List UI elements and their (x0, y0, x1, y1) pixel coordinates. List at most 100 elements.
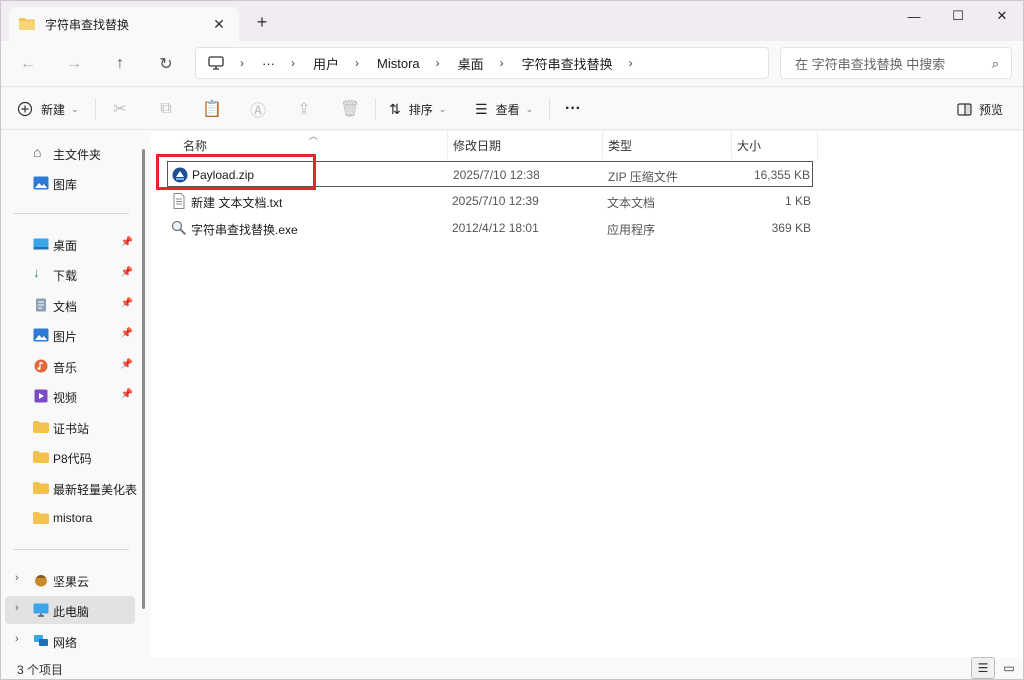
view-button[interactable]: ☰ 查看 ⌄ (475, 96, 533, 122)
breadcrumb-item[interactable]: 字符串查找替换 (522, 54, 613, 73)
sidebar-item-pictures[interactable]: 图片 📌 (5, 321, 135, 349)
new-button-label: 新建 (41, 102, 66, 117)
tab-title: 字符串查找替换 (45, 17, 130, 32)
pin-icon[interactable]: 📌 (121, 237, 133, 248)
sidebar-item-folder[interactable]: mistora (5, 504, 135, 532)
paste-icon[interactable]: 📋 (199, 96, 225, 122)
pin-icon[interactable]: 📌 (121, 298, 133, 309)
chevron-right-icon[interactable]: › (291, 56, 295, 70)
close-window-button[interactable]: ✕ (979, 1, 1023, 31)
sidebar-item-gallery[interactable]: 图库 (5, 169, 135, 197)
up-button[interactable]: ↑ (107, 51, 133, 77)
sidebar-item-label: 图库 (53, 178, 78, 192)
sidebar-item-nutstore[interactable]: › 坚果云 (5, 566, 135, 594)
tab-close-icon[interactable]: ✕ (209, 16, 229, 33)
maximize-button[interactable]: ☐ (935, 1, 981, 31)
new-button[interactable]: 新建 ⌄ (17, 96, 79, 122)
chevron-right-icon[interactable]: › (436, 56, 440, 70)
gallery-icon (33, 176, 49, 190)
new-tab-button[interactable]: + (251, 11, 273, 33)
forward-button[interactable]: → (61, 51, 87, 77)
column-header-type[interactable]: 类型 (608, 131, 632, 159)
monitor-icon[interactable] (208, 56, 224, 70)
sidebar-divider (13, 549, 129, 550)
column-header-size[interactable]: 大小 (737, 131, 761, 159)
column-divider[interactable] (731, 131, 732, 159)
sidebar-item-label: 主文件夹 (53, 148, 102, 162)
folder-icon (19, 18, 35, 30)
sidebar-item-this-pc[interactable]: › 此电脑 (5, 596, 135, 624)
file-row[interactable]: 字符串查找替换.exe 2012/4/12 18:01 应用程序 369 KB (167, 215, 813, 241)
view-icon: ☰ (475, 100, 488, 117)
download-icon: ↓ (33, 265, 40, 280)
share-icon[interactable]: ⇪ (291, 96, 317, 122)
preview-button[interactable]: 预览 (957, 96, 1003, 122)
chevron-right-icon[interactable]: › (629, 56, 633, 70)
pin-icon[interactable]: 📌 (121, 267, 133, 278)
delete-icon[interactable]: 🗑 (337, 96, 363, 122)
more-options-button[interactable]: ··· (565, 96, 581, 122)
search-icon[interactable]: ⌕ (992, 56, 999, 72)
cut-icon[interactable]: ✂ (107, 96, 133, 122)
sidebar-item-label: 网络 (53, 636, 78, 650)
sidebar-item-folder[interactable]: 证书站 (5, 413, 135, 441)
command-bar: 新建 ⌄ ✂ ⧉ 📋 Ⓐ ⇪ 🗑 ⇅ 排序 ⌄ ☰ 查看 ⌄ ··· 预览 (1, 88, 1023, 130)
sidebar-item-home[interactable]: ⌂ 主文件夹 (5, 139, 135, 167)
sidebar-item-label: 坚果云 (53, 575, 90, 589)
nutstore-icon (35, 575, 47, 587)
column-divider[interactable] (602, 131, 603, 159)
breadcrumb-item[interactable]: Mistora (377, 56, 420, 71)
chevron-right-icon[interactable]: › (15, 633, 19, 645)
tiles-view-icon[interactable]: ▭ (997, 657, 1021, 679)
folder-icon (33, 451, 49, 463)
toolbar-divider (95, 98, 96, 120)
breadcrumb-ellipsis[interactable]: ··· (262, 56, 275, 71)
minimize-button[interactable]: — (891, 1, 937, 31)
details-view-icon[interactable]: ☰ (971, 657, 995, 679)
search-placeholder: 在 字符串查找替换 中搜索 (795, 56, 946, 72)
file-size: 369 KB (771, 221, 811, 235)
active-tab[interactable]: 字符串查找替换 ✕ (9, 7, 239, 41)
file-date: 2025/7/10 12:38 (453, 168, 540, 182)
chevron-right-icon[interactable]: › (15, 572, 19, 584)
file-row[interactable]: 新建 文本文档.txt 2025/7/10 12:39 文本文档 1 KB (167, 188, 813, 214)
sidebar-scrollbar[interactable] (142, 149, 145, 609)
sidebar-item-videos[interactable]: 视频 📌 (5, 382, 135, 410)
sort-icon: ⇅ (389, 100, 401, 117)
pin-icon[interactable]: 📌 (121, 389, 133, 400)
back-button[interactable]: ← (15, 51, 41, 77)
sidebar-item-label: 最新轻量美化表 (53, 483, 138, 497)
breadcrumb-item[interactable]: 桌面 (458, 54, 484, 73)
chevron-right-icon[interactable]: › (500, 56, 504, 70)
toolbar-divider (375, 98, 376, 120)
column-divider[interactable] (447, 131, 448, 159)
rename-icon[interactable]: Ⓐ (245, 96, 271, 122)
text-file-icon (173, 193, 185, 209)
sidebar-item-network[interactable]: › 网络 (5, 627, 135, 655)
chevron-down-icon: ⌄ (438, 103, 447, 114)
sidebar-item-download[interactable]: ↓ 下载 📌 (5, 260, 135, 288)
sidebar-item-label: P8代码 (53, 452, 92, 466)
file-type: ZIP 压缩文件 (608, 170, 678, 184)
sort-button[interactable]: ⇅ 排序 ⌄ (389, 96, 446, 122)
file-size: 16,355 KB (753, 168, 810, 182)
chevron-right-icon[interactable]: › (15, 602, 19, 614)
sidebar-item-documents[interactable]: 文档 📌 (5, 291, 135, 319)
sidebar-item-folder[interactable]: P8代码 (5, 443, 135, 471)
sidebar-item-desktop[interactable]: 桌面 📌 (5, 230, 135, 258)
chevron-right-icon[interactable]: › (355, 56, 359, 70)
breadcrumb-item[interactable]: 用户 (313, 54, 339, 73)
sidebar-item-label: mistora (53, 511, 93, 525)
network-icon (34, 635, 48, 646)
pin-icon[interactable]: 📌 (121, 328, 133, 339)
chevron-right-icon[interactable]: › (240, 56, 244, 70)
pin-icon[interactable]: 📌 (121, 359, 133, 370)
refresh-button[interactable]: ↻ (153, 51, 179, 77)
column-header-date[interactable]: 修改日期 (453, 131, 501, 159)
address-bar[interactable]: › ··· › 用户 › Mistora › 桌面 › 字符串查找替换 › (195, 47, 769, 79)
column-divider[interactable] (817, 131, 818, 159)
search-input[interactable]: 在 字符串查找替换 中搜索 ⌕ (780, 47, 1012, 79)
sidebar-item-music[interactable]: 音乐 📌 (5, 352, 135, 380)
sidebar-item-folder[interactable]: 最新轻量美化表 (5, 474, 137, 502)
copy-icon[interactable]: ⧉ (153, 96, 179, 122)
